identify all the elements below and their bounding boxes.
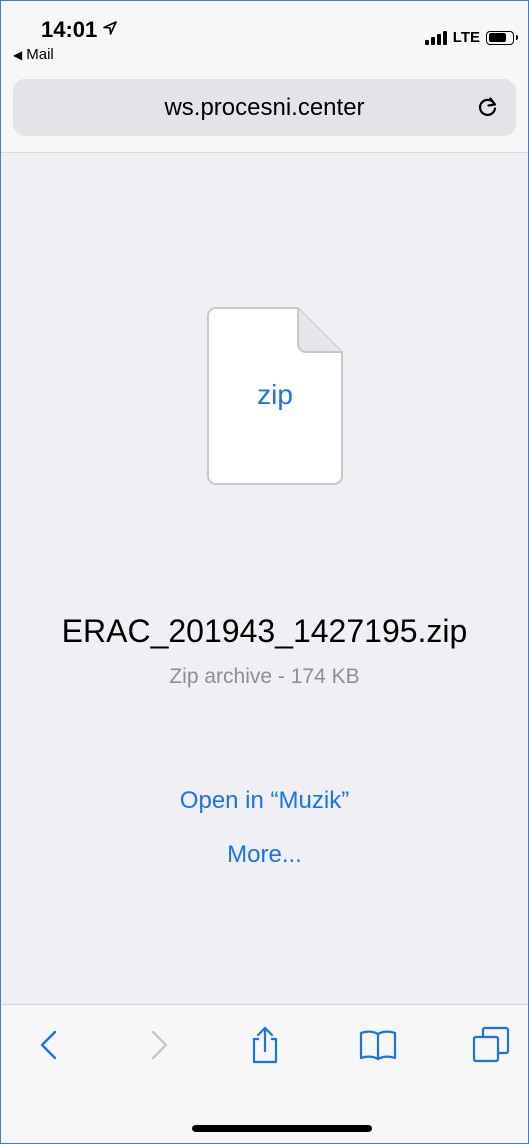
back-app-label: Mail [26,46,54,63]
back-icon[interactable] [29,1025,69,1065]
status-bar: 14:01 ◀ Mail LTE [1,1,528,73]
reload-icon[interactable] [476,95,500,119]
file-type-label: zip [257,379,293,410]
bookmarks-icon[interactable] [358,1025,398,1065]
safari-window: 14:01 ◀ Mail LTE ws.procesni.center zip … [0,0,529,1144]
top-chrome: 14:01 ◀ Mail LTE ws.procesni.center [1,1,528,153]
location-arrow-icon [103,21,117,35]
home-indicator[interactable] [192,1125,372,1132]
more-button[interactable]: More... [1,841,528,869]
file-name: ERAC_201943_1427195.zip [61,613,468,649]
share-icon[interactable] [245,1025,285,1065]
back-to-app-button[interactable]: ◀ Mail [13,46,54,63]
back-arrow-icon: ◀ [13,47,23,62]
url-text: ws.procesni.center [164,93,365,121]
signal-icon [424,30,447,45]
status-indicators: LTE [424,29,518,46]
network-label: LTE [452,29,480,46]
tabs-icon[interactable] [471,1025,511,1065]
bottom-toolbar [1,1004,528,1143]
status-time: 14:01 [41,17,98,42]
file-meta: Zip archive - 174 KB [169,665,360,688]
forward-icon[interactable] [139,1025,179,1065]
address-bar[interactable]: ws.procesni.center [13,79,516,136]
open-in-app-button[interactable]: Open in “Muzik” [1,787,528,815]
battery-icon [486,30,518,45]
